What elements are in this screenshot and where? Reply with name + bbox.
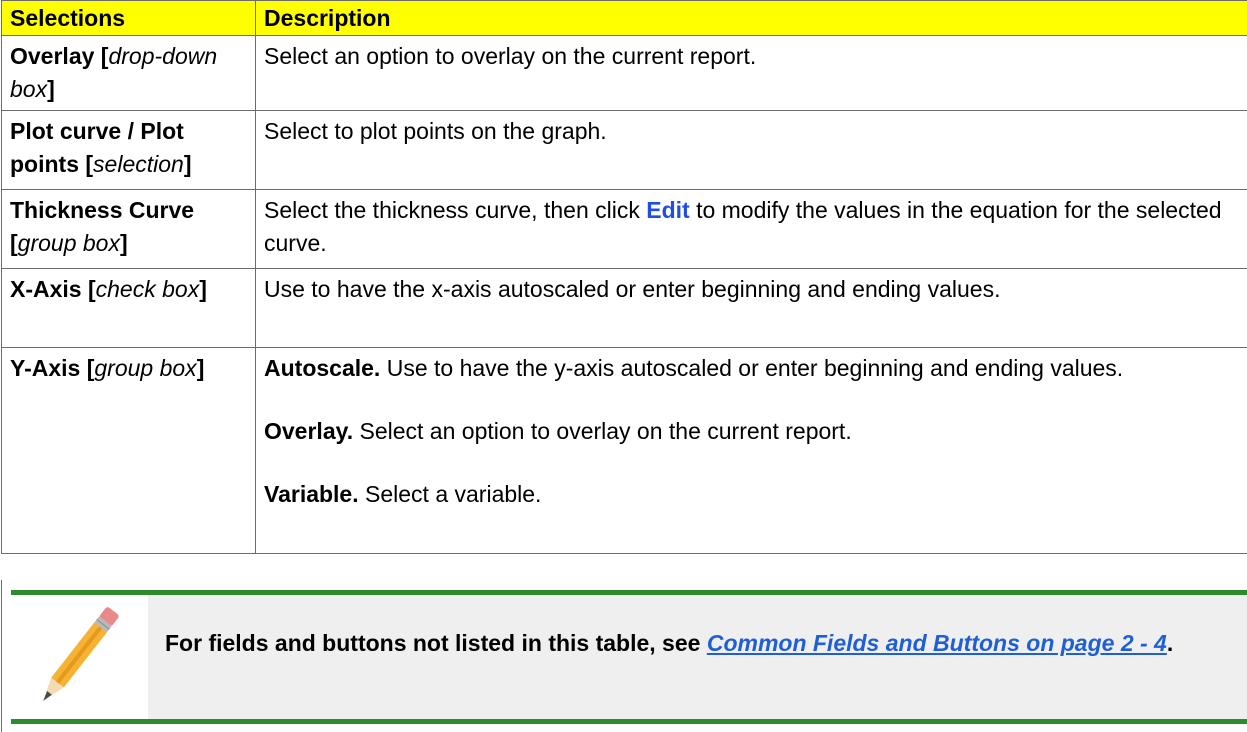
selection-name: Plot curve / Plot points [selection] <box>1 110 256 190</box>
table-row: Y-Axis [group box] Autoscale. Use to hav… <box>1 347 1247 554</box>
common-fields-link[interactable]: Common Fields and Buttons on page 2 - 4 <box>707 630 1167 656</box>
note-text: For fields and buttons not listed in thi… <box>165 630 1174 656</box>
note-bottom-rule <box>11 719 1247 724</box>
selection-name: X-Axis [check box] <box>1 268 256 348</box>
table-row: X-Axis [check box] Use to have the x-axi… <box>1 268 1247 348</box>
selection-description: Select an option to overlay on the curre… <box>255 35 1247 111</box>
table-header-row: Selections Description <box>1 0 1247 36</box>
table-row: Overlay [drop-down box] Select an option… <box>1 35 1247 111</box>
edit-button-reference: Edit <box>646 197 690 223</box>
table-row: Plot curve / Plot points [selection] Sel… <box>1 110 1247 190</box>
selection-description: Select the thickness curve, then click E… <box>255 189 1247 269</box>
note-box: For fields and buttons not listed in thi… <box>1 580 1247 732</box>
description-paragraph: Autoscale. Use to have the y-axis autosc… <box>264 355 1124 381</box>
selections-document: Selections Description Overlay [drop-dow… <box>1 0 1247 554</box>
selection-description: Autoscale. Use to have the y-axis autosc… <box>255 347 1247 554</box>
header-selections: Selections <box>1 0 256 36</box>
selection-description: Use to have the x-axis autoscaled or ent… <box>255 268 1247 348</box>
selections-table: Selections Description Overlay [drop-dow… <box>1 0 1247 554</box>
pencil-icon <box>43 607 119 701</box>
description-paragraph: Variable. Select a variable. <box>264 481 542 507</box>
table-row: Thickness Curve [group box] Select the t… <box>1 189 1247 269</box>
selection-name: Overlay [drop-down box] <box>1 35 256 111</box>
selection-description: Select to plot points on the graph. <box>255 110 1247 190</box>
selection-name: Y-Axis [group box] <box>1 347 256 554</box>
description-paragraph: Overlay. Select an option to overlay on … <box>264 418 852 444</box>
selection-name: Thickness Curve [group box] <box>1 189 256 269</box>
header-description: Description <box>255 0 1247 36</box>
